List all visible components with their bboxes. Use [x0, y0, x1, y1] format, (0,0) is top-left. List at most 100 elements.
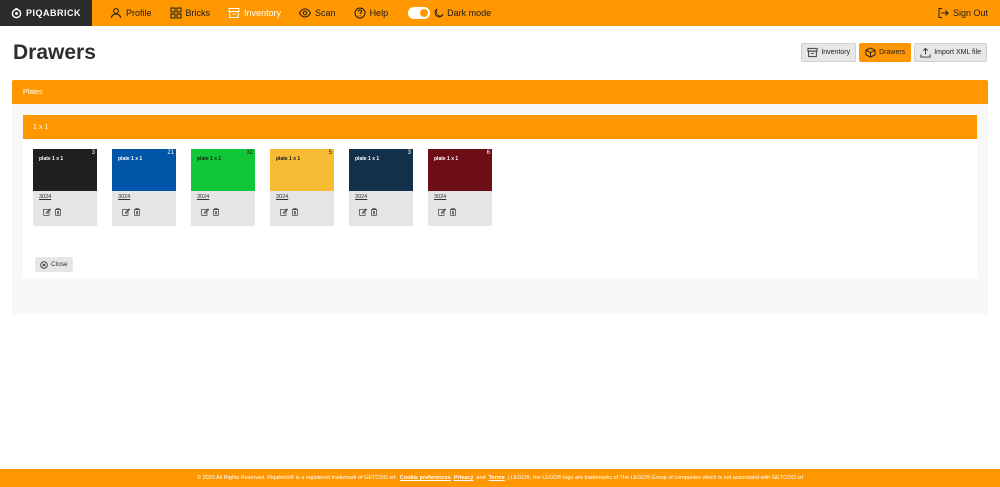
sign-out-icon: [938, 8, 949, 18]
brick-logo-icon: [11, 7, 22, 18]
brick-color-swatch: plate 1 x 1 6: [428, 149, 492, 191]
brand-logo[interactable]: PIQABRICK: [0, 0, 92, 26]
archive-icon: [228, 8, 240, 18]
subgroup-title: 1 x 1: [33, 123, 49, 131]
trash-icon[interactable]: [449, 208, 457, 216]
edit-icon[interactable]: [201, 208, 209, 216]
brick-name: plate 1 x 1: [118, 156, 143, 162]
view-actions: Inventory Drawers Import XML file: [801, 43, 987, 62]
edit-icon[interactable]: [359, 208, 367, 216]
plates-panel-header[interactable]: Plates: [12, 80, 988, 104]
footer-and: and: [476, 475, 486, 481]
brick-code-link[interactable]: 3024: [349, 191, 413, 200]
nav-scan-label: Scan: [315, 8, 336, 18]
footer-copyright: © 2020 All Rights Reserved. Piqabrick® i…: [196, 475, 397, 481]
brick-count: 32: [246, 150, 253, 156]
dark-mode-text: Dark mode: [447, 8, 492, 18]
edit-icon[interactable]: [122, 208, 130, 216]
brick-actions: [349, 200, 413, 216]
brick-count: 6: [486, 150, 490, 156]
archive-icon: [807, 47, 818, 58]
brick-name: plate 1 x 1: [355, 156, 380, 162]
brick-color-swatch: plate 1 x 1 3: [33, 149, 97, 191]
drawers-button-label: Drawers: [879, 49, 906, 56]
brick-count: 21: [167, 150, 174, 156]
trash-icon[interactable]: [54, 208, 62, 216]
brick-code-link[interactable]: 3024: [428, 191, 492, 200]
brick-card[interactable]: plate 1 x 1 5 3024: [270, 149, 334, 226]
page-title: Drawers: [13, 41, 96, 64]
nav-help-label: Help: [369, 8, 389, 18]
brick-name: plate 1 x 1: [197, 156, 222, 162]
user-icon: [111, 8, 121, 19]
edit-icon[interactable]: [43, 208, 51, 216]
brick-color-swatch: plate 1 x 1 3: [349, 149, 413, 191]
brick-color-swatch: plate 1 x 1 5: [270, 149, 334, 191]
brick-actions: [270, 200, 334, 216]
footer: © 2020 All Rights Reserved. Piqabrick® i…: [0, 469, 1000, 487]
subgroup-panel: 1 x 1 plate 1 x 1 3 3024 plate 1 x 1 21 3024 p…: [23, 115, 977, 278]
moon-icon: [434, 8, 444, 18]
brick-count: 3: [407, 150, 411, 156]
cookie-preferences-link[interactable]: Cookie preferences: [400, 475, 451, 481]
import-xml-button[interactable]: Import XML file: [914, 43, 987, 62]
terms-link[interactable]: Terms: [489, 475, 505, 481]
brick-code-link[interactable]: 3024: [112, 191, 176, 200]
brick-code-link[interactable]: 3024: [270, 191, 334, 200]
drawers-button[interactable]: Drawers: [859, 43, 912, 62]
dark-mode-label: Dark mode: [434, 8, 491, 18]
close-button-label: Close: [51, 261, 68, 268]
footer-trademark: | LEGO®, the LEGO® logo are trademarks o…: [507, 475, 804, 481]
privacy-link[interactable]: Privacy: [454, 475, 474, 481]
brick-name: plate 1 x 1: [276, 156, 301, 162]
close-button[interactable]: Close: [35, 257, 73, 272]
question-icon: [354, 7, 366, 19]
brick-code-link[interactable]: 3024: [191, 191, 255, 200]
brand-name: PIQABRICK: [25, 8, 81, 18]
dark-mode-toggle[interactable]: [408, 7, 431, 19]
brick-actions: [428, 200, 492, 216]
inventory-button-label: Inventory: [821, 49, 851, 56]
plates-panel: Plates 1 x 1 plate 1 x 1 3 3024 plate 1 x 1…: [12, 80, 988, 314]
brick-color-swatch: plate 1 x 1 21: [112, 149, 176, 191]
brick-actions: [112, 200, 176, 216]
grid-icon: [170, 7, 182, 19]
subgroup-header[interactable]: 1 x 1: [23, 115, 977, 139]
inventory-button[interactable]: Inventory: [801, 43, 857, 62]
brick-cards: plate 1 x 1 3 3024 plate 1 x 1 21 3024 plate 1…: [33, 149, 492, 226]
trash-icon[interactable]: [133, 208, 141, 216]
import-xml-button-label: Import XML file: [934, 49, 981, 56]
brick-card[interactable]: plate 1 x 1 32 3024: [191, 149, 255, 226]
nav-bricks[interactable]: Bricks: [170, 7, 211, 19]
edit-icon[interactable]: [280, 208, 288, 216]
brick-count: 3: [91, 150, 95, 156]
brick-code-link[interactable]: 3024: [33, 191, 97, 200]
brick-card[interactable]: plate 1 x 1 3 3024: [349, 149, 413, 226]
trash-icon[interactable]: [370, 208, 378, 216]
nav-inventory-label: Inventory: [244, 8, 282, 18]
brick-name: plate 1 x 1: [39, 156, 64, 162]
nav-inventory[interactable]: Inventory: [228, 7, 281, 19]
sign-out-button[interactable]: Sign Out: [937, 7, 988, 19]
eye-icon: [299, 8, 312, 18]
brick-card[interactable]: plate 1 x 1 3 3024: [33, 149, 97, 226]
brick-actions: [33, 200, 97, 216]
nav-profile[interactable]: Profile: [110, 7, 152, 19]
sign-out-label: Sign Out: [952, 8, 988, 18]
close-circle-icon: [40, 260, 48, 269]
brick-count: 5: [328, 150, 332, 156]
brick-actions: [191, 200, 255, 216]
edit-icon[interactable]: [438, 208, 446, 216]
upload-icon: [920, 47, 931, 58]
trash-icon[interactable]: [291, 208, 299, 216]
nav-help[interactable]: Help: [354, 7, 389, 19]
trash-icon[interactable]: [212, 208, 220, 216]
nav-scan[interactable]: Scan: [299, 7, 336, 19]
nav-bricks-label: Bricks: [185, 8, 211, 18]
brick-color-swatch: plate 1 x 1 32: [191, 149, 255, 191]
box-icon: [865, 47, 876, 58]
plates-title: Plates: [23, 88, 43, 96]
brick-name: plate 1 x 1: [434, 156, 459, 162]
brick-card[interactable]: plate 1 x 1 21 3024: [112, 149, 176, 226]
brick-card[interactable]: plate 1 x 1 6 3024: [428, 149, 492, 226]
